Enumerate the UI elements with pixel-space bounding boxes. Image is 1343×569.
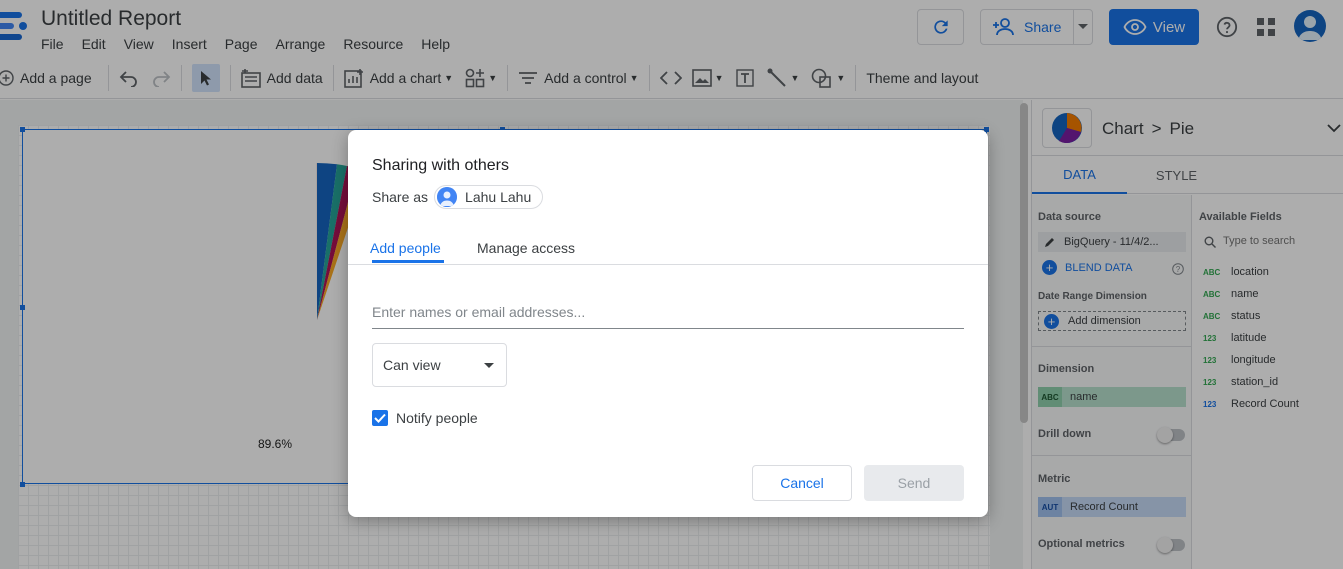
share-as-label: Share as [372,189,429,205]
cancel-button[interactable]: Cancel [752,465,852,501]
dialog-title: Sharing with others [372,157,509,174]
check-icon [374,413,386,423]
send-button[interactable]: Send [864,465,964,501]
email-input[interactable] [372,300,964,329]
permission-value: Can view [383,357,441,373]
user-name: Lahu Lahu [465,189,532,205]
notify-people-row[interactable]: Notify people [372,410,478,426]
user-avatar-icon [437,187,458,207]
active-tab-indicator [372,260,444,263]
notify-label: Notify people [396,410,478,426]
dialog-tabs: Add people Manage access [348,232,988,265]
permission-select[interactable]: Can view [372,343,507,387]
tab-manage-access[interactable]: Manage access [477,240,575,256]
user-chip: Lahu Lahu [434,185,544,209]
tab-add-people[interactable]: Add people [370,240,441,256]
share-as-row: Share as Lahu Lahu [372,185,544,209]
dropdown-arrow-icon [484,363,494,368]
notify-checkbox[interactable] [372,410,388,426]
share-dialog: Sharing with others Share as Lahu Lahu A… [348,130,988,517]
